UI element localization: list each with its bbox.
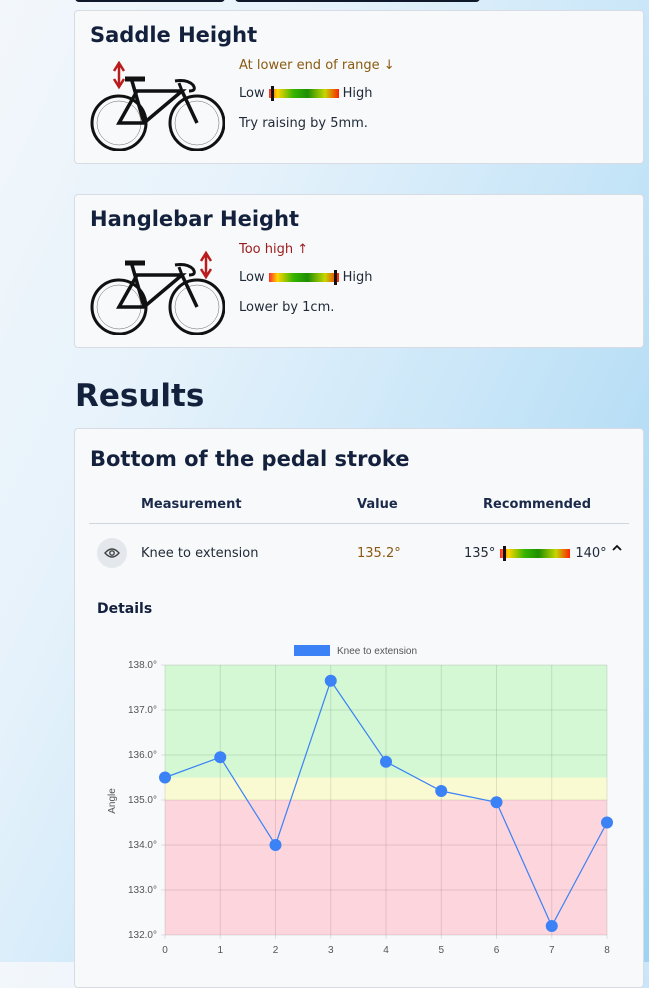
saddle-title: Saddle Height bbox=[90, 23, 258, 47]
details-label: Details bbox=[97, 601, 153, 617]
y-tick-label: 134.0° bbox=[128, 840, 157, 851]
measurement-value: 135.2° bbox=[357, 546, 401, 561]
measurement-name: Knee to extension bbox=[141, 546, 259, 561]
saddle-scale-marker bbox=[271, 86, 275, 101]
cutoff-tab-right[interactable] bbox=[235, 0, 480, 2]
eye-icon[interactable] bbox=[97, 538, 127, 568]
data-point bbox=[435, 785, 448, 797]
data-point bbox=[214, 751, 227, 764]
x-tick-label: 8 bbox=[604, 945, 610, 956]
recommended-scale-marker bbox=[503, 546, 506, 561]
handlebar-scale: Low High bbox=[239, 270, 373, 285]
x-tick-label: 0 bbox=[162, 945, 168, 956]
recommended-scale-bar bbox=[500, 546, 571, 561]
y-tick-label: 137.0° bbox=[128, 705, 157, 716]
section-title: Bottom of the pedal stroke bbox=[90, 447, 410, 471]
chevron-up-icon[interactable] bbox=[611, 541, 623, 557]
data-point bbox=[269, 839, 282, 851]
y-tick-label: 135.0° bbox=[128, 795, 157, 806]
handlebar-tip: Lower by 1cm. bbox=[239, 300, 335, 315]
handlebar-scale-marker bbox=[333, 270, 337, 285]
recommended-range: 135° 140° bbox=[464, 546, 607, 561]
bicycle-saddle-icon bbox=[90, 61, 225, 151]
x-tick-label: 6 bbox=[494, 945, 500, 956]
cutoff-tab-left[interactable] bbox=[75, 0, 225, 2]
data-point bbox=[324, 674, 337, 687]
column-header-recommended: Recommended bbox=[483, 497, 592, 512]
data-point bbox=[159, 771, 171, 784]
knee-extension-chart: 132.0° 133.0° 134.0° 135.0° 136.0° 137.0° 138.… bbox=[107, 645, 613, 956]
saddle-tip: Try raising by 5mm. bbox=[239, 116, 368, 131]
handlebar-title: Hanglebar Height bbox=[90, 207, 300, 231]
data-point bbox=[601, 816, 613, 829]
x-tick-label: 3 bbox=[328, 945, 334, 956]
x-tick-label: 2 bbox=[273, 945, 279, 956]
handlebar-scale-bar bbox=[268, 270, 339, 285]
saddle-scale: Low High bbox=[239, 86, 373, 101]
column-header-measurement: Measurement bbox=[141, 497, 242, 512]
y-tick-label: 136.0° bbox=[128, 750, 157, 761]
results-card: Bottom of the pedal stroke Measurement V… bbox=[74, 428, 644, 988]
bicycle-handlebar-icon bbox=[90, 250, 225, 335]
saddle-status: At lower end of range ↓ bbox=[239, 58, 395, 73]
legend-label: Knee to extension bbox=[337, 646, 417, 657]
y-tick-label: 132.0° bbox=[128, 930, 157, 941]
saddle-height-card: Saddle Height At lower end of range ↓ Lo… bbox=[74, 10, 644, 164]
handlebar-scale-high: High bbox=[342, 270, 373, 285]
x-tick-label: 1 bbox=[217, 945, 223, 956]
top-cutoff-tabs bbox=[0, 0, 649, 4]
table-divider bbox=[89, 523, 629, 524]
recommended-low: 135° bbox=[464, 546, 496, 561]
handlebar-scale-low: Low bbox=[239, 270, 265, 285]
results-heading: Results bbox=[75, 378, 205, 414]
data-point bbox=[490, 796, 503, 809]
x-tick-label: 7 bbox=[549, 945, 555, 956]
saddle-scale-bar bbox=[268, 86, 339, 101]
handlebar-status: Too high ↑ bbox=[239, 242, 309, 257]
y-tick-label: 133.0° bbox=[128, 885, 157, 896]
saddle-scale-high: High bbox=[342, 86, 373, 101]
y-tick-label: 138.0° bbox=[128, 660, 157, 671]
x-tick-label: 5 bbox=[438, 945, 444, 956]
data-point bbox=[545, 920, 558, 932]
x-tick-label: 4 bbox=[383, 945, 389, 956]
saddle-scale-low: Low bbox=[239, 86, 265, 101]
handlebar-height-card: Hanglebar Height Too high ↑ Low High Low… bbox=[74, 194, 644, 348]
data-point bbox=[380, 755, 392, 768]
legend-swatch bbox=[294, 645, 330, 656]
recommended-high: 140° bbox=[575, 546, 607, 561]
column-header-value: Value bbox=[357, 497, 398, 512]
y-axis-label: Angle bbox=[107, 788, 118, 814]
